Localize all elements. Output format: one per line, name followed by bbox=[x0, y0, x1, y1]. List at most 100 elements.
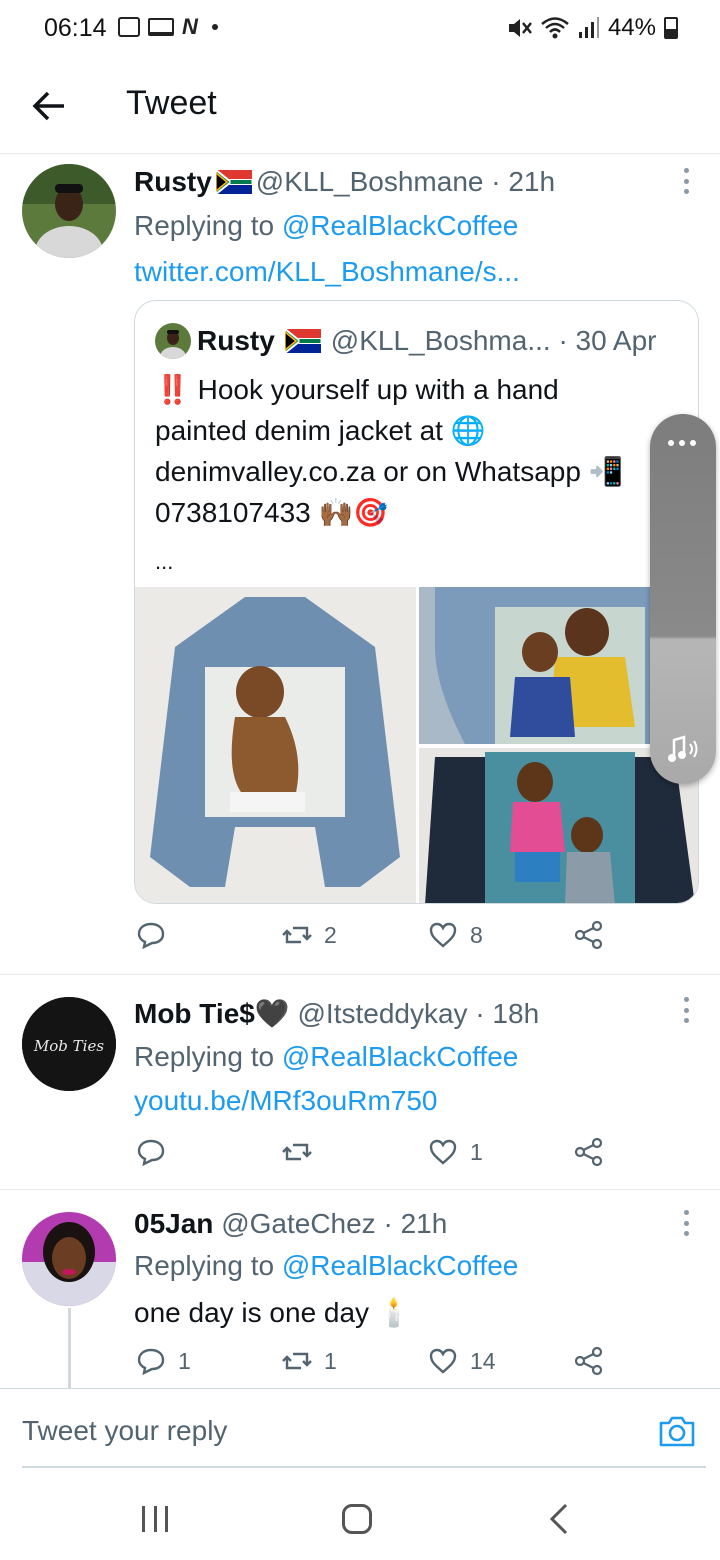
like-icon bbox=[429, 1139, 457, 1165]
n-notification-icon: N bbox=[182, 14, 198, 39]
more-icon[interactable] bbox=[682, 1210, 690, 1236]
avatar[interactable] bbox=[22, 164, 116, 258]
replying-to-line: Replying to @RealBlackCoffee bbox=[134, 1041, 518, 1073]
reply-button[interactable]: 1 bbox=[136, 1346, 191, 1376]
reply-icon bbox=[137, 1348, 165, 1376]
replying-prefix: Replying to bbox=[134, 210, 275, 241]
camera-icon[interactable] bbox=[658, 1413, 696, 1449]
tweet-rusty[interactable]: Rusty @KLL_Boshmane · 21h Replying to @Re… bbox=[0, 154, 720, 974]
app-header: Tweet bbox=[0, 60, 720, 154]
replying-to-link[interactable]: @RealBlackCoffee bbox=[282, 1041, 518, 1072]
reply-button[interactable] bbox=[136, 920, 178, 950]
quoted-text-line: ‼️ Hook yourself up with a hand bbox=[155, 374, 559, 405]
share-button[interactable] bbox=[574, 1137, 604, 1167]
share-icon bbox=[574, 1137, 603, 1167]
retweet-button[interactable]: 2 bbox=[282, 920, 337, 950]
music-note-icon[interactable] bbox=[666, 734, 700, 764]
like-button[interactable]: 14 bbox=[428, 1346, 496, 1376]
more-icon[interactable] bbox=[682, 997, 690, 1023]
battery-icon bbox=[664, 17, 678, 39]
tweet-header: Rusty @KLL_Boshmane · 21h bbox=[134, 166, 555, 198]
south-africa-flag-icon bbox=[284, 329, 321, 353]
like-button[interactable]: 1 bbox=[428, 1137, 483, 1167]
replying-prefix: Replying to bbox=[134, 1041, 275, 1072]
wifi-icon bbox=[541, 17, 569, 39]
home-icon[interactable] bbox=[342, 1504, 372, 1534]
signal-icon bbox=[578, 17, 599, 38]
status-time: 06:14 bbox=[44, 14, 107, 42]
quoted-tweet-text: ‼️ Hook yourself up with a hand painted … bbox=[155, 369, 665, 533]
retweet-button[interactable] bbox=[282, 1137, 324, 1167]
tweet-link[interactable]: twitter.com/KLL_Boshmane/s... bbox=[134, 256, 520, 288]
media-image-baby-jacket[interactable] bbox=[135, 587, 416, 904]
author-handle-time: @GateChez · 21h bbox=[221, 1208, 448, 1239]
reply-input[interactable]: Tweet your reply bbox=[22, 1415, 227, 1447]
share-icon bbox=[574, 920, 603, 950]
quoted-text-line: denimvalley.co.za or on Whatsapp 📲 bbox=[155, 456, 624, 487]
south-africa-flag-icon bbox=[215, 170, 252, 194]
replying-to-line: Replying to @RealBlackCoffee bbox=[134, 1250, 518, 1282]
share-button[interactable] bbox=[574, 920, 604, 950]
quoted-author-name: Rusty bbox=[197, 325, 275, 356]
author-name[interactable]: Rusty bbox=[134, 166, 212, 197]
tweet-05jan[interactable]: 05Jan @GateChez · 21h Replying to @RealB… bbox=[0, 1190, 720, 1388]
more-icon[interactable] bbox=[682, 168, 690, 194]
share-button[interactable] bbox=[574, 1346, 604, 1376]
gallery-notification-icon bbox=[118, 17, 140, 37]
author-handle-time: @KLL_Boshmane · 21h bbox=[255, 166, 556, 197]
reply-button[interactable] bbox=[136, 1137, 178, 1167]
reply-composer: Tweet your reply bbox=[0, 1388, 720, 1468]
quoted-tweet[interactable]: Rusty @KLL_Boshma... · 30 Apr ‼️ Hook yo… bbox=[134, 300, 699, 904]
quoted-handle-time: @KLL_Boshma... · 30 Apr bbox=[330, 325, 657, 356]
retweet-count: 2 bbox=[324, 921, 337, 948]
avatar[interactable]: Mob Ties bbox=[22, 997, 116, 1091]
tweet-link[interactable]: youtu.be/MRf3ouRm750 bbox=[134, 1085, 438, 1117]
tweet-text: one day is one day 🕯️ bbox=[134, 1297, 412, 1328]
tweet-actions: 1 bbox=[0, 1137, 720, 1177]
panel-more-icon[interactable] bbox=[668, 440, 696, 446]
like-icon bbox=[429, 922, 457, 948]
tweet-actions: 1 1 14 bbox=[0, 1346, 720, 1386]
replying-to-link[interactable]: @RealBlackCoffee bbox=[282, 1250, 518, 1281]
author-name[interactable]: 05Jan bbox=[134, 1208, 213, 1239]
like-count: 8 bbox=[470, 921, 483, 948]
retweet-count: 1 bbox=[324, 1347, 337, 1374]
like-icon bbox=[429, 1348, 457, 1374]
back-arrow-icon[interactable] bbox=[30, 86, 70, 126]
retweet-button[interactable]: 1 bbox=[282, 1346, 337, 1376]
status-bar: 06:14 N 44% bbox=[0, 0, 720, 60]
avatar-text: Mob Ties bbox=[33, 1037, 104, 1055]
status-notification-icons: N bbox=[118, 14, 218, 40]
tweet-actions: 2 8 bbox=[0, 920, 720, 960]
retweet-icon bbox=[282, 926, 312, 944]
retweet-icon bbox=[282, 1143, 312, 1161]
like-count: 1 bbox=[470, 1138, 483, 1165]
battery-percent: 44% bbox=[607, 14, 656, 41]
quoted-avatar bbox=[155, 323, 191, 359]
author-name[interactable]: Mob Tie$🖤 bbox=[134, 998, 290, 1029]
laptop-notification-icon bbox=[148, 18, 174, 36]
floating-edge-panel[interactable] bbox=[650, 414, 716, 784]
share-icon bbox=[574, 1346, 603, 1376]
system-navigation-bar bbox=[0, 1468, 720, 1560]
quoted-show-more[interactable]: ... bbox=[155, 549, 173, 575]
status-system-icons: 44% bbox=[506, 14, 678, 42]
reply-count: 1 bbox=[178, 1347, 191, 1374]
recents-icon[interactable] bbox=[142, 1506, 168, 1532]
quoted-text-line: 0738107433 🙌🏾🎯 bbox=[155, 497, 389, 528]
system-back-icon[interactable] bbox=[548, 1502, 570, 1536]
tweet-header: Mob Tie$🖤 @Itsteddykay · 18h bbox=[134, 997, 539, 1030]
tweet-mob-ties[interactable]: Mob Ties Mob Tie$🖤 @Itsteddykay · 18h Re… bbox=[0, 975, 720, 1189]
like-button[interactable]: 8 bbox=[428, 920, 483, 950]
quoted-media-grid[interactable] bbox=[135, 587, 698, 904]
avatar[interactable] bbox=[22, 1212, 116, 1306]
replying-to-link[interactable]: @RealBlackCoffee bbox=[282, 210, 518, 241]
like-count: 14 bbox=[470, 1347, 496, 1374]
reply-icon bbox=[137, 922, 165, 950]
mute-icon bbox=[508, 19, 532, 37]
page-title: Tweet bbox=[126, 84, 217, 122]
author-handle-time: @Itsteddykay · 18h bbox=[297, 998, 540, 1029]
replying-prefix: Replying to bbox=[134, 1250, 275, 1281]
reply-icon bbox=[137, 1139, 165, 1167]
more-notifications-dot-icon bbox=[211, 24, 218, 30]
